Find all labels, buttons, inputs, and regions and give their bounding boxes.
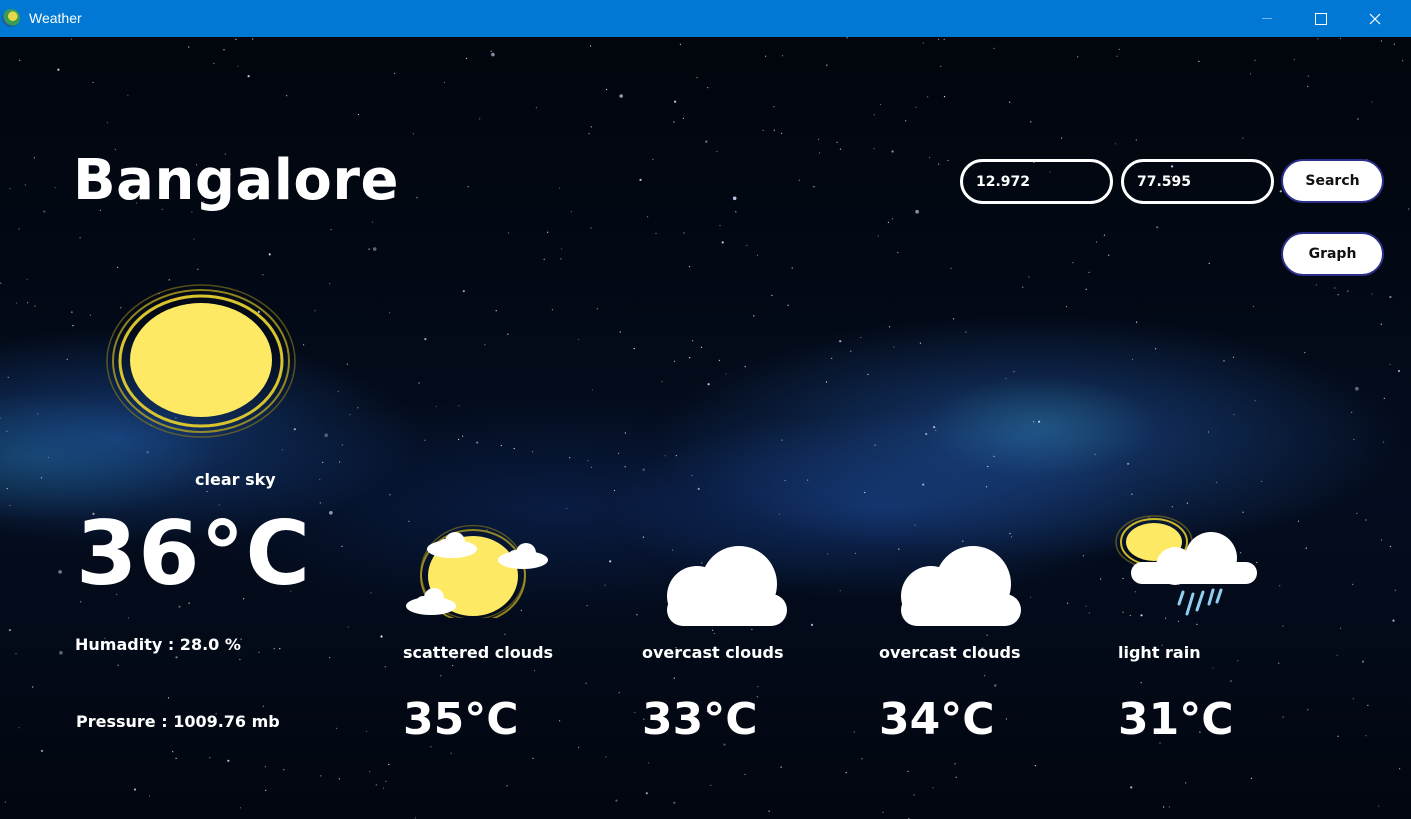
humidity-label: Humadity : 28.0 % [75, 635, 241, 654]
latitude-input[interactable] [960, 159, 1113, 204]
maximize-button[interactable] [1298, 0, 1344, 37]
current-temperature: 36°C [76, 502, 312, 605]
forecast-temperature-1: 35°C [403, 694, 519, 745]
close-button[interactable] [1352, 0, 1398, 37]
window-title: Weather [29, 10, 82, 26]
forecast-temperature-2: 33°C [642, 694, 758, 745]
cloud-icon [901, 546, 1021, 626]
forecast-description-2: overcast clouds [642, 643, 784, 662]
pressure-label: Pressure : 1009.76 mb [76, 712, 280, 731]
forecast-description-1: scattered clouds [403, 643, 554, 662]
forecast-temperature-4: 31°C [1118, 694, 1234, 745]
city-name: Bangalore [73, 148, 399, 213]
forecast-description-3: overcast clouds [879, 643, 1021, 662]
longitude-input[interactable] [1121, 159, 1274, 204]
search-button[interactable]: Search [1281, 159, 1384, 203]
rain-icon [1115, 515, 1257, 616]
cloud-icon [667, 546, 787, 626]
current-description: clear sky [195, 470, 276, 489]
close-icon [1369, 13, 1381, 24]
forecast-temperature-3: 34°C [879, 694, 995, 745]
sun-icon [106, 284, 296, 438]
forecast-description-4: light rain [1118, 643, 1201, 662]
app-icon [2, 9, 20, 27]
minimize-button[interactable] [1244, 0, 1290, 37]
sun-clouds-icon [406, 524, 548, 618]
title-bar: Weather [0, 0, 1411, 37]
graph-button[interactable]: Graph [1281, 232, 1384, 276]
